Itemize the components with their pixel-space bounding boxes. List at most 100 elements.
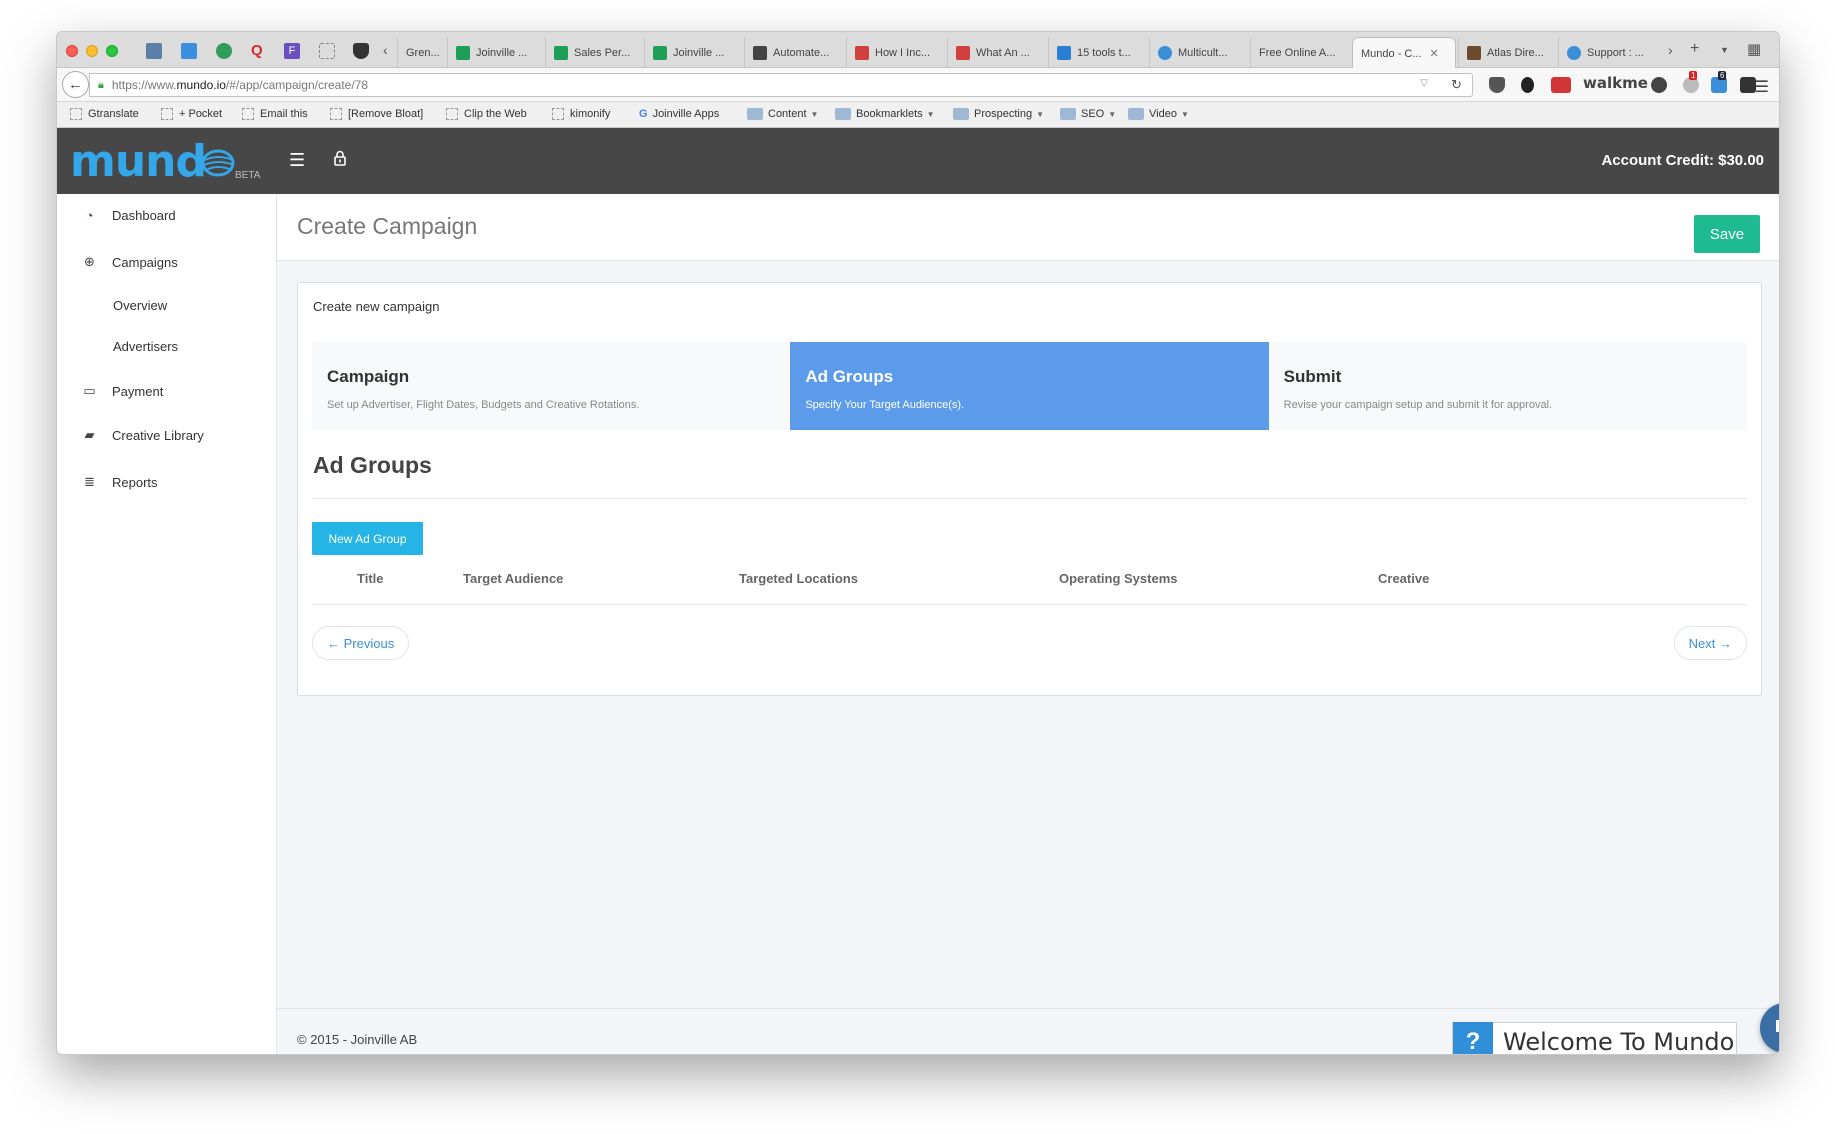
welcome-widget[interactable]: ? Welcome To Mundo bbox=[1452, 1022, 1737, 1054]
credit-card-icon: ▭ bbox=[83, 383, 96, 398]
column-header-operating-systems[interactable]: Operating Systems bbox=[1059, 571, 1178, 586]
close-tab-icon[interactable]: ✕ bbox=[1430, 47, 1439, 60]
url-bar[interactable]: 🔒︎ https://www. mundo.io/#/app/campaign/c… bbox=[89, 73, 1473, 97]
column-header-creative[interactable]: Creative bbox=[1378, 571, 1429, 586]
tab-item-active[interactable]: Mundo - C... ✕ bbox=[1352, 37, 1456, 69]
database-icon: ≣ bbox=[84, 474, 95, 489]
tab-item[interactable]: 15 tools t... bbox=[1048, 38, 1146, 68]
sidebar-item-reports[interactable]: ≣ Reports bbox=[82, 474, 157, 490]
tab-item[interactable]: Joinville ... bbox=[447, 38, 541, 68]
sidebar-item-advertisers[interactable]: Advertisers bbox=[113, 339, 178, 354]
lastpass-extension-icon[interactable] bbox=[1551, 77, 1571, 93]
sidebar-item-campaigns[interactable]: ⊕ Campaigns bbox=[82, 254, 178, 270]
bookmark-item[interactable]: G Joinville Apps bbox=[639, 108, 719, 120]
tab-groups-icon[interactable]: ▦ bbox=[1747, 40, 1761, 58]
browser-window: Q F ‹ Gren... Joinville ... Sales Per...… bbox=[56, 31, 1780, 1055]
shield-extension-icon[interactable]: 1 bbox=[1683, 71, 1699, 93]
sidebar-item-overview[interactable]: Overview bbox=[113, 298, 167, 313]
sheets-icon bbox=[456, 46, 470, 60]
url-history-dropdown-icon[interactable]: ▽ bbox=[1420, 78, 1428, 89]
back-button[interactable]: ← bbox=[62, 71, 89, 98]
step-description: Specify Your Target Audience(s). bbox=[805, 399, 965, 411]
step-submit[interactable]: Submit Revise your campaign setup and su… bbox=[1268, 342, 1747, 430]
tab-label: Multicult... bbox=[1178, 47, 1228, 59]
step-description: Revise your campaign setup and submit it… bbox=[1283, 399, 1553, 411]
step-ad-groups[interactable]: Ad Groups Specify Your Target Audience(s… bbox=[790, 342, 1269, 430]
tab-scroll-left-icon[interactable]: ‹ bbox=[383, 42, 388, 58]
minimize-window-button[interactable] bbox=[86, 45, 98, 57]
tab-strip: Q F ‹ Gren... Joinville ... Sales Per...… bbox=[57, 32, 1779, 69]
bookmark-item[interactable]: + Pocket bbox=[161, 108, 222, 120]
pocket-extension-icon[interactable] bbox=[1489, 77, 1505, 93]
pinned-tab-grid-icon[interactable] bbox=[181, 43, 197, 59]
bookmark-folder[interactable]: Content ▼ bbox=[747, 108, 818, 120]
bookmark-label: Email this bbox=[260, 108, 308, 120]
pinned-tab-globe-icon[interactable] bbox=[216, 43, 232, 59]
tab-item[interactable]: Joinville ... bbox=[644, 38, 740, 68]
bookmark-item[interactable]: Gtranslate bbox=[70, 108, 139, 120]
tab-item[interactable]: How I Inc... bbox=[846, 38, 944, 68]
tab-item[interactable]: Free Online A... bbox=[1250, 38, 1350, 68]
tab-item[interactable]: Sales Per... bbox=[545, 38, 641, 68]
tab-item[interactable]: Multicult... bbox=[1149, 38, 1247, 68]
tab-item[interactable]: What An ... bbox=[947, 38, 1045, 68]
browser-menu-icon[interactable]: ☰ bbox=[1755, 77, 1769, 97]
lock-icon[interactable] bbox=[333, 150, 347, 166]
tab-item[interactable]: Gren... bbox=[397, 38, 445, 68]
ghost-extension-icon[interactable] bbox=[1521, 77, 1534, 93]
pinned-tab-shield-icon[interactable] bbox=[353, 43, 369, 59]
close-window-button[interactable] bbox=[66, 45, 78, 57]
tab-item[interactable]: Support : ... bbox=[1558, 38, 1658, 68]
pinned-tab-f-icon[interactable]: F bbox=[284, 43, 300, 59]
zoom-window-button[interactable] bbox=[106, 45, 118, 57]
divider bbox=[312, 604, 1747, 605]
folder-icon bbox=[835, 108, 851, 120]
globe-icon: ⊕ bbox=[84, 254, 95, 269]
bell-extension-icon[interactable]: 6 bbox=[1711, 71, 1727, 93]
sidebar-item-dashboard[interactable]: ◔ Dashboard bbox=[82, 208, 176, 223]
walkme-extension-icon[interactable]: walkme bbox=[1583, 74, 1648, 96]
layers-extension-icon[interactable] bbox=[1740, 77, 1756, 93]
folder-icon bbox=[1128, 108, 1144, 120]
mundo-logo[interactable]: mund bbox=[70, 136, 207, 187]
bookmark-folder[interactable]: Prospecting ▼ bbox=[953, 108, 1044, 120]
column-header-title[interactable]: Title bbox=[357, 571, 384, 586]
new-ad-group-button[interactable]: New Ad Group bbox=[312, 522, 423, 555]
step-title: Submit bbox=[1283, 367, 1342, 386]
extension-badge: 6 bbox=[1718, 71, 1727, 80]
bookmark-item[interactable]: [Remove Bloat] bbox=[330, 108, 423, 120]
chat-extension-icon[interactable] bbox=[1651, 77, 1667, 93]
tab-label: What An ... bbox=[976, 47, 1030, 59]
column-header-targeted-locations[interactable]: Targeted Locations bbox=[739, 571, 858, 586]
walkme-label: walkme bbox=[1583, 74, 1648, 92]
bookmark-item[interactable]: Clip the Web bbox=[446, 108, 527, 120]
tab-scroll-right-icon[interactable]: › bbox=[1668, 42, 1673, 58]
tab-list-dropdown-icon[interactable]: ▼ bbox=[1720, 45, 1729, 55]
bookmark-item[interactable]: Email this bbox=[242, 108, 308, 120]
tab-label: 15 tools t... bbox=[1077, 47, 1131, 59]
extension-badge: 1 bbox=[1689, 71, 1698, 80]
account-credit: Account Credit: $30.00 bbox=[1601, 152, 1764, 169]
bookmark-folder[interactable]: Bookmarklets ▼ bbox=[835, 108, 935, 120]
bookmark-label: kimonify bbox=[570, 108, 611, 120]
next-button[interactable]: Next → bbox=[1673, 626, 1747, 660]
previous-button[interactable]: ← Previous bbox=[312, 626, 410, 660]
bookmark-folder[interactable]: SEO ▼ bbox=[1060, 108, 1116, 120]
arrow-left-icon: ← bbox=[68, 76, 83, 93]
sidebar-item-payment[interactable]: ▭ Payment bbox=[82, 383, 163, 399]
tab-item[interactable]: Automate... bbox=[744, 38, 842, 68]
column-header-target-audience[interactable]: Target Audience bbox=[463, 571, 563, 586]
bookmark-item[interactable]: kimonify bbox=[552, 108, 610, 120]
rocket-icon bbox=[855, 46, 869, 60]
tab-item[interactable]: Atlas Dire... bbox=[1458, 38, 1556, 68]
pinned-tab-blank-icon[interactable] bbox=[319, 43, 335, 59]
pinned-tab-quora-icon[interactable]: Q bbox=[251, 43, 267, 59]
bookmark-folder[interactable]: Video ▼ bbox=[1128, 108, 1189, 120]
save-button[interactable]: Save bbox=[1694, 215, 1760, 253]
menu-toggle-icon[interactable]: ☰ bbox=[289, 150, 305, 171]
pinned-tab-chart-icon[interactable] bbox=[146, 43, 162, 59]
reload-icon[interactable]: ↻ bbox=[1451, 77, 1462, 93]
new-tab-icon[interactable]: + bbox=[1690, 40, 1699, 58]
step-campaign[interactable]: Campaign Set up Advertiser, Flight Dates… bbox=[312, 342, 791, 430]
sidebar-item-creative-library[interactable]: ▰ Creative Library bbox=[82, 427, 204, 443]
